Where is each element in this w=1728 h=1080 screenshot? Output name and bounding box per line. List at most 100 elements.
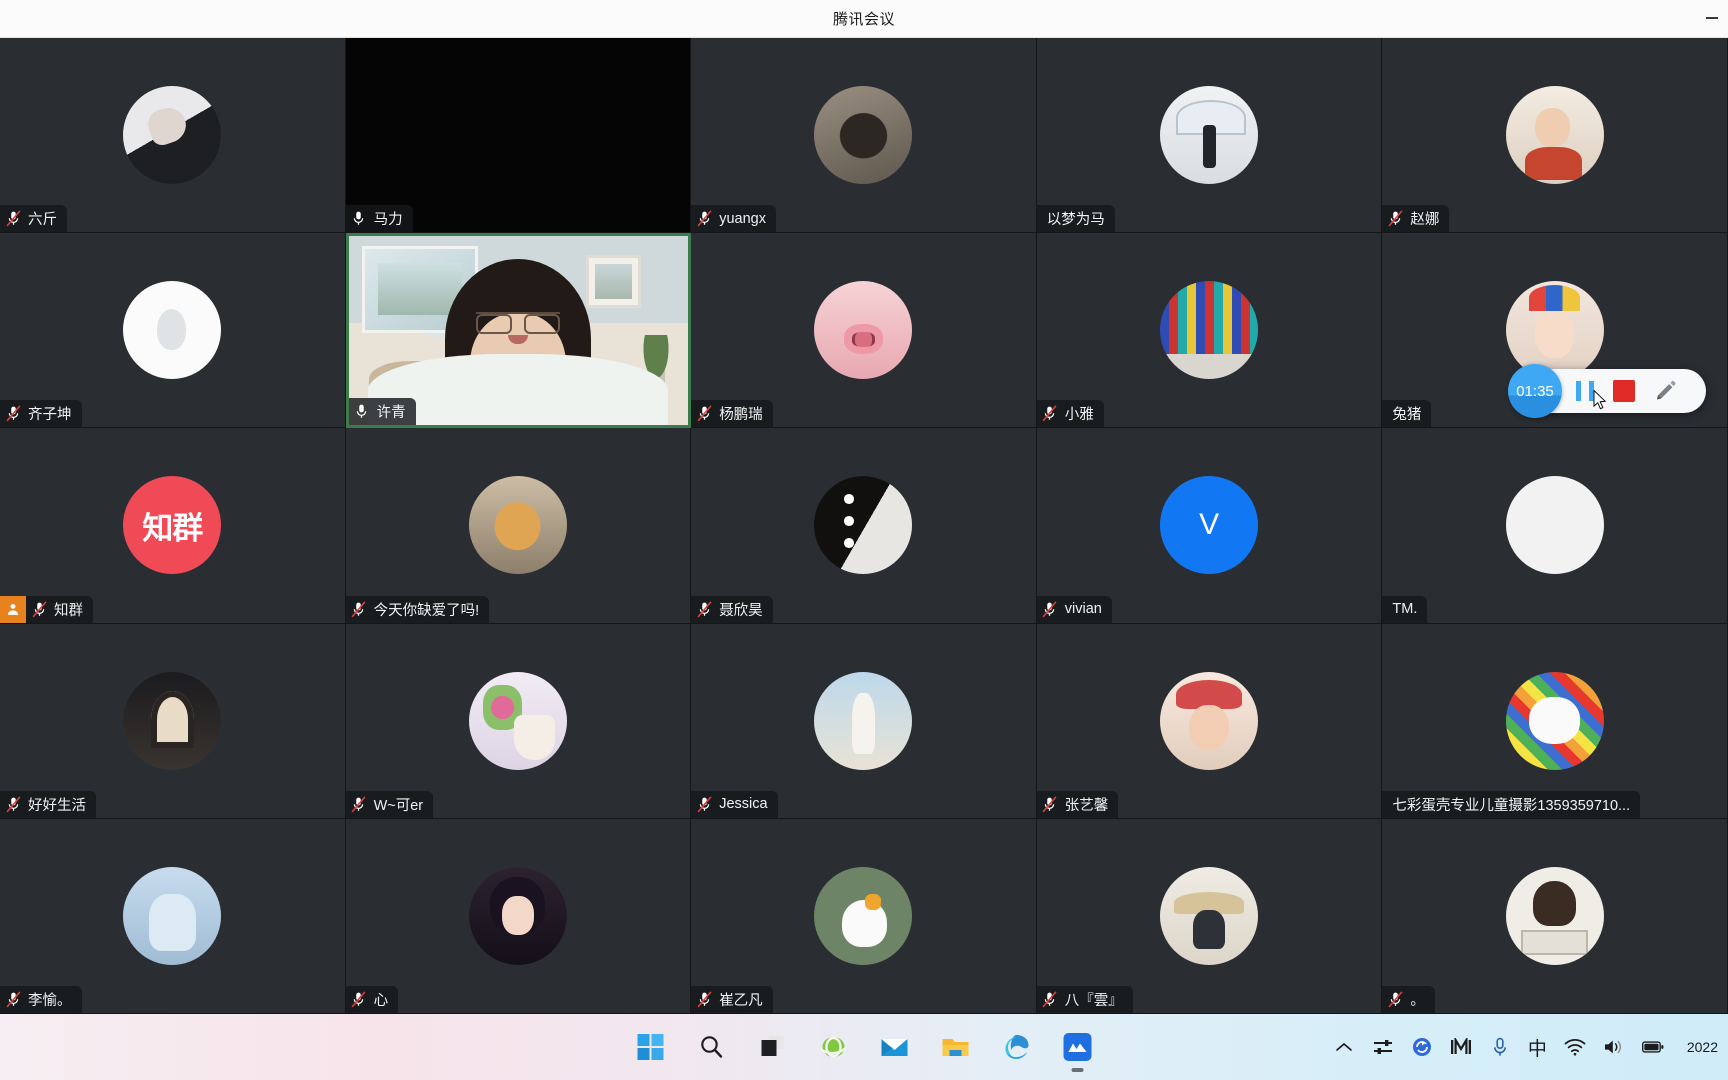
ime-icon[interactable]: 中 <box>1528 1034 1547 1061</box>
participant-tile[interactable]: 聂欣昊 <box>691 428 1037 624</box>
participant-name: 以梦为马 <box>1046 212 1105 229</box>
search-icon[interactable] <box>693 1028 731 1066</box>
chevron-up-icon[interactable] <box>1333 1035 1355 1059</box>
mic-icon <box>356 405 367 419</box>
participant-tile[interactable]: 马力 <box>345 38 692 234</box>
mic-muted-icon <box>346 601 372 618</box>
avatar <box>123 671 222 770</box>
mic-muted-icon <box>691 405 717 422</box>
recording-stop-button[interactable] <box>1613 380 1635 402</box>
avatar <box>1505 671 1604 770</box>
sliders-icon[interactable] <box>1372 1035 1394 1059</box>
mic-muted-icon <box>6 405 20 422</box>
avatar <box>1160 281 1259 380</box>
participant-name: 八『雲』 <box>1064 992 1123 1009</box>
participant-nameplate: 崔乙凡 <box>691 985 773 1013</box>
participant-nameplate: vivian <box>1036 595 1112 623</box>
mic-muted-icon <box>1042 796 1057 812</box>
participant-name: W~可er <box>373 797 424 814</box>
participant-tile[interactable]: 今天你缺爱了吗! <box>345 428 692 624</box>
internet-explorer-icon[interactable] <box>815 1028 853 1066</box>
windows-start-icon[interactable] <box>632 1028 670 1066</box>
participant-tile[interactable]: 八『雲』 <box>1036 818 1383 1014</box>
mic-muted-icon <box>346 796 372 813</box>
participant-tile[interactable]: 七彩蛋壳专业儿童摄影1359359710... <box>1382 623 1728 819</box>
avatar-image <box>1505 866 1604 965</box>
avatar-image <box>1160 281 1259 380</box>
windows-taskbar: 中 2022 <box>0 1014 1728 1080</box>
participant-tile[interactable]: 好好生活 <box>0 623 346 819</box>
participant-tile[interactable]: 小雅 <box>1036 233 1383 429</box>
avatar <box>1505 866 1604 965</box>
participant-name: 张艺馨 <box>1064 797 1109 814</box>
participant-name: 心 <box>373 992 389 1009</box>
participant-nameplate: 小雅 <box>1036 400 1104 428</box>
mic-icon <box>349 403 375 420</box>
participant-tile[interactable]: 赵娜 <box>1382 38 1728 234</box>
host-badge-icon <box>0 595 26 623</box>
participant-nameplate: 今天你缺爱了吗! <box>345 595 490 623</box>
microphone-icon[interactable] <box>1489 1035 1511 1059</box>
mic-muted-icon <box>697 991 712 1008</box>
participant-tile[interactable]: 知群 知群 <box>0 428 346 624</box>
avatar <box>1505 281 1604 380</box>
participant-tile[interactable]: 李愉。 <box>0 818 346 1014</box>
mic-muted-icon <box>346 991 372 1008</box>
battery-icon[interactable] <box>1641 1035 1664 1059</box>
screen-recorder-widget[interactable]: 01:35 <box>1508 364 1706 418</box>
mic-muted-icon <box>1388 210 1403 227</box>
participant-tile[interactable]: 张艺馨 <box>1036 623 1383 819</box>
taskbar-clock[interactable]: 2022 <box>1687 1039 1718 1055</box>
sync-icon[interactable] <box>1411 1035 1433 1059</box>
participant-nameplate: 聂欣昊 <box>691 595 773 623</box>
tencent-meeting-icon[interactable] <box>1059 1028 1097 1072</box>
window-titlebar: 腾讯会议 <box>0 0 1728 38</box>
avatar <box>1160 86 1259 185</box>
participant-tile[interactable]: V vivian <box>1036 428 1383 624</box>
avatar-image: V <box>1160 476 1259 575</box>
participant-name: 杨鹏瑞 <box>719 407 763 424</box>
minimize-button[interactable] <box>1702 8 1722 28</box>
system-tray: 中 2022 <box>1333 1034 1718 1061</box>
avatar <box>468 671 567 770</box>
recorder-icon[interactable] <box>1450 1035 1472 1059</box>
edge-icon[interactable] <box>998 1028 1036 1066</box>
participant-tile[interactable]: TM. <box>1382 428 1728 624</box>
wifi-icon[interactable] <box>1564 1035 1586 1059</box>
participant-name: 齐子坤 <box>28 407 72 424</box>
file-explorer-icon[interactable] <box>937 1028 975 1066</box>
recording-pause-button[interactable] <box>1576 381 1594 401</box>
avatar <box>123 281 222 380</box>
avatar-image <box>123 866 222 965</box>
participant-nameplate: 八『雲』 <box>1036 985 1133 1013</box>
taskbar-icons <box>632 1028 1097 1072</box>
participant-tile[interactable]: 。 <box>1382 818 1728 1014</box>
participant-tile[interactable]: 许青 <box>345 233 692 429</box>
participant-name: 。 <box>1410 992 1425 1009</box>
mic-muted-icon <box>0 210 26 227</box>
mail-icon[interactable] <box>876 1028 914 1066</box>
participant-tile[interactable]: W~可er <box>345 623 692 819</box>
avatar <box>814 671 913 770</box>
avatar <box>468 866 567 965</box>
participant-tile[interactable]: 心 <box>345 818 692 1014</box>
participant-tile[interactable]: 六斤 <box>0 38 346 234</box>
participant-tile[interactable]: Jessica <box>691 623 1037 819</box>
participant-tile[interactable]: 崔乙凡 <box>691 818 1037 1014</box>
volume-icon[interactable] <box>1603 1035 1625 1059</box>
participant-tile[interactable]: 杨鹏瑞 <box>691 233 1037 429</box>
avatar-image: 知群 <box>123 476 222 575</box>
participant-tile[interactable]: 以梦为马 <box>1036 38 1383 234</box>
participant-tile[interactable]: yuangx <box>691 38 1037 234</box>
avatar-image <box>1505 86 1604 185</box>
task-view-icon[interactable] <box>754 1028 792 1066</box>
participant-name: 七彩蛋壳专业儿童摄影1359359710... <box>1392 797 1631 814</box>
avatar <box>814 281 913 380</box>
mic-muted-icon <box>6 210 20 227</box>
avatar: 知群 <box>123 476 222 575</box>
recording-annotate-pencil-icon[interactable] <box>1654 379 1678 403</box>
mic-muted-icon <box>0 796 26 813</box>
participant-nameplate: 六斤 <box>0 205 67 233</box>
mic-muted-icon <box>351 991 366 1008</box>
participant-tile[interactable]: 齐子坤 <box>0 233 346 429</box>
